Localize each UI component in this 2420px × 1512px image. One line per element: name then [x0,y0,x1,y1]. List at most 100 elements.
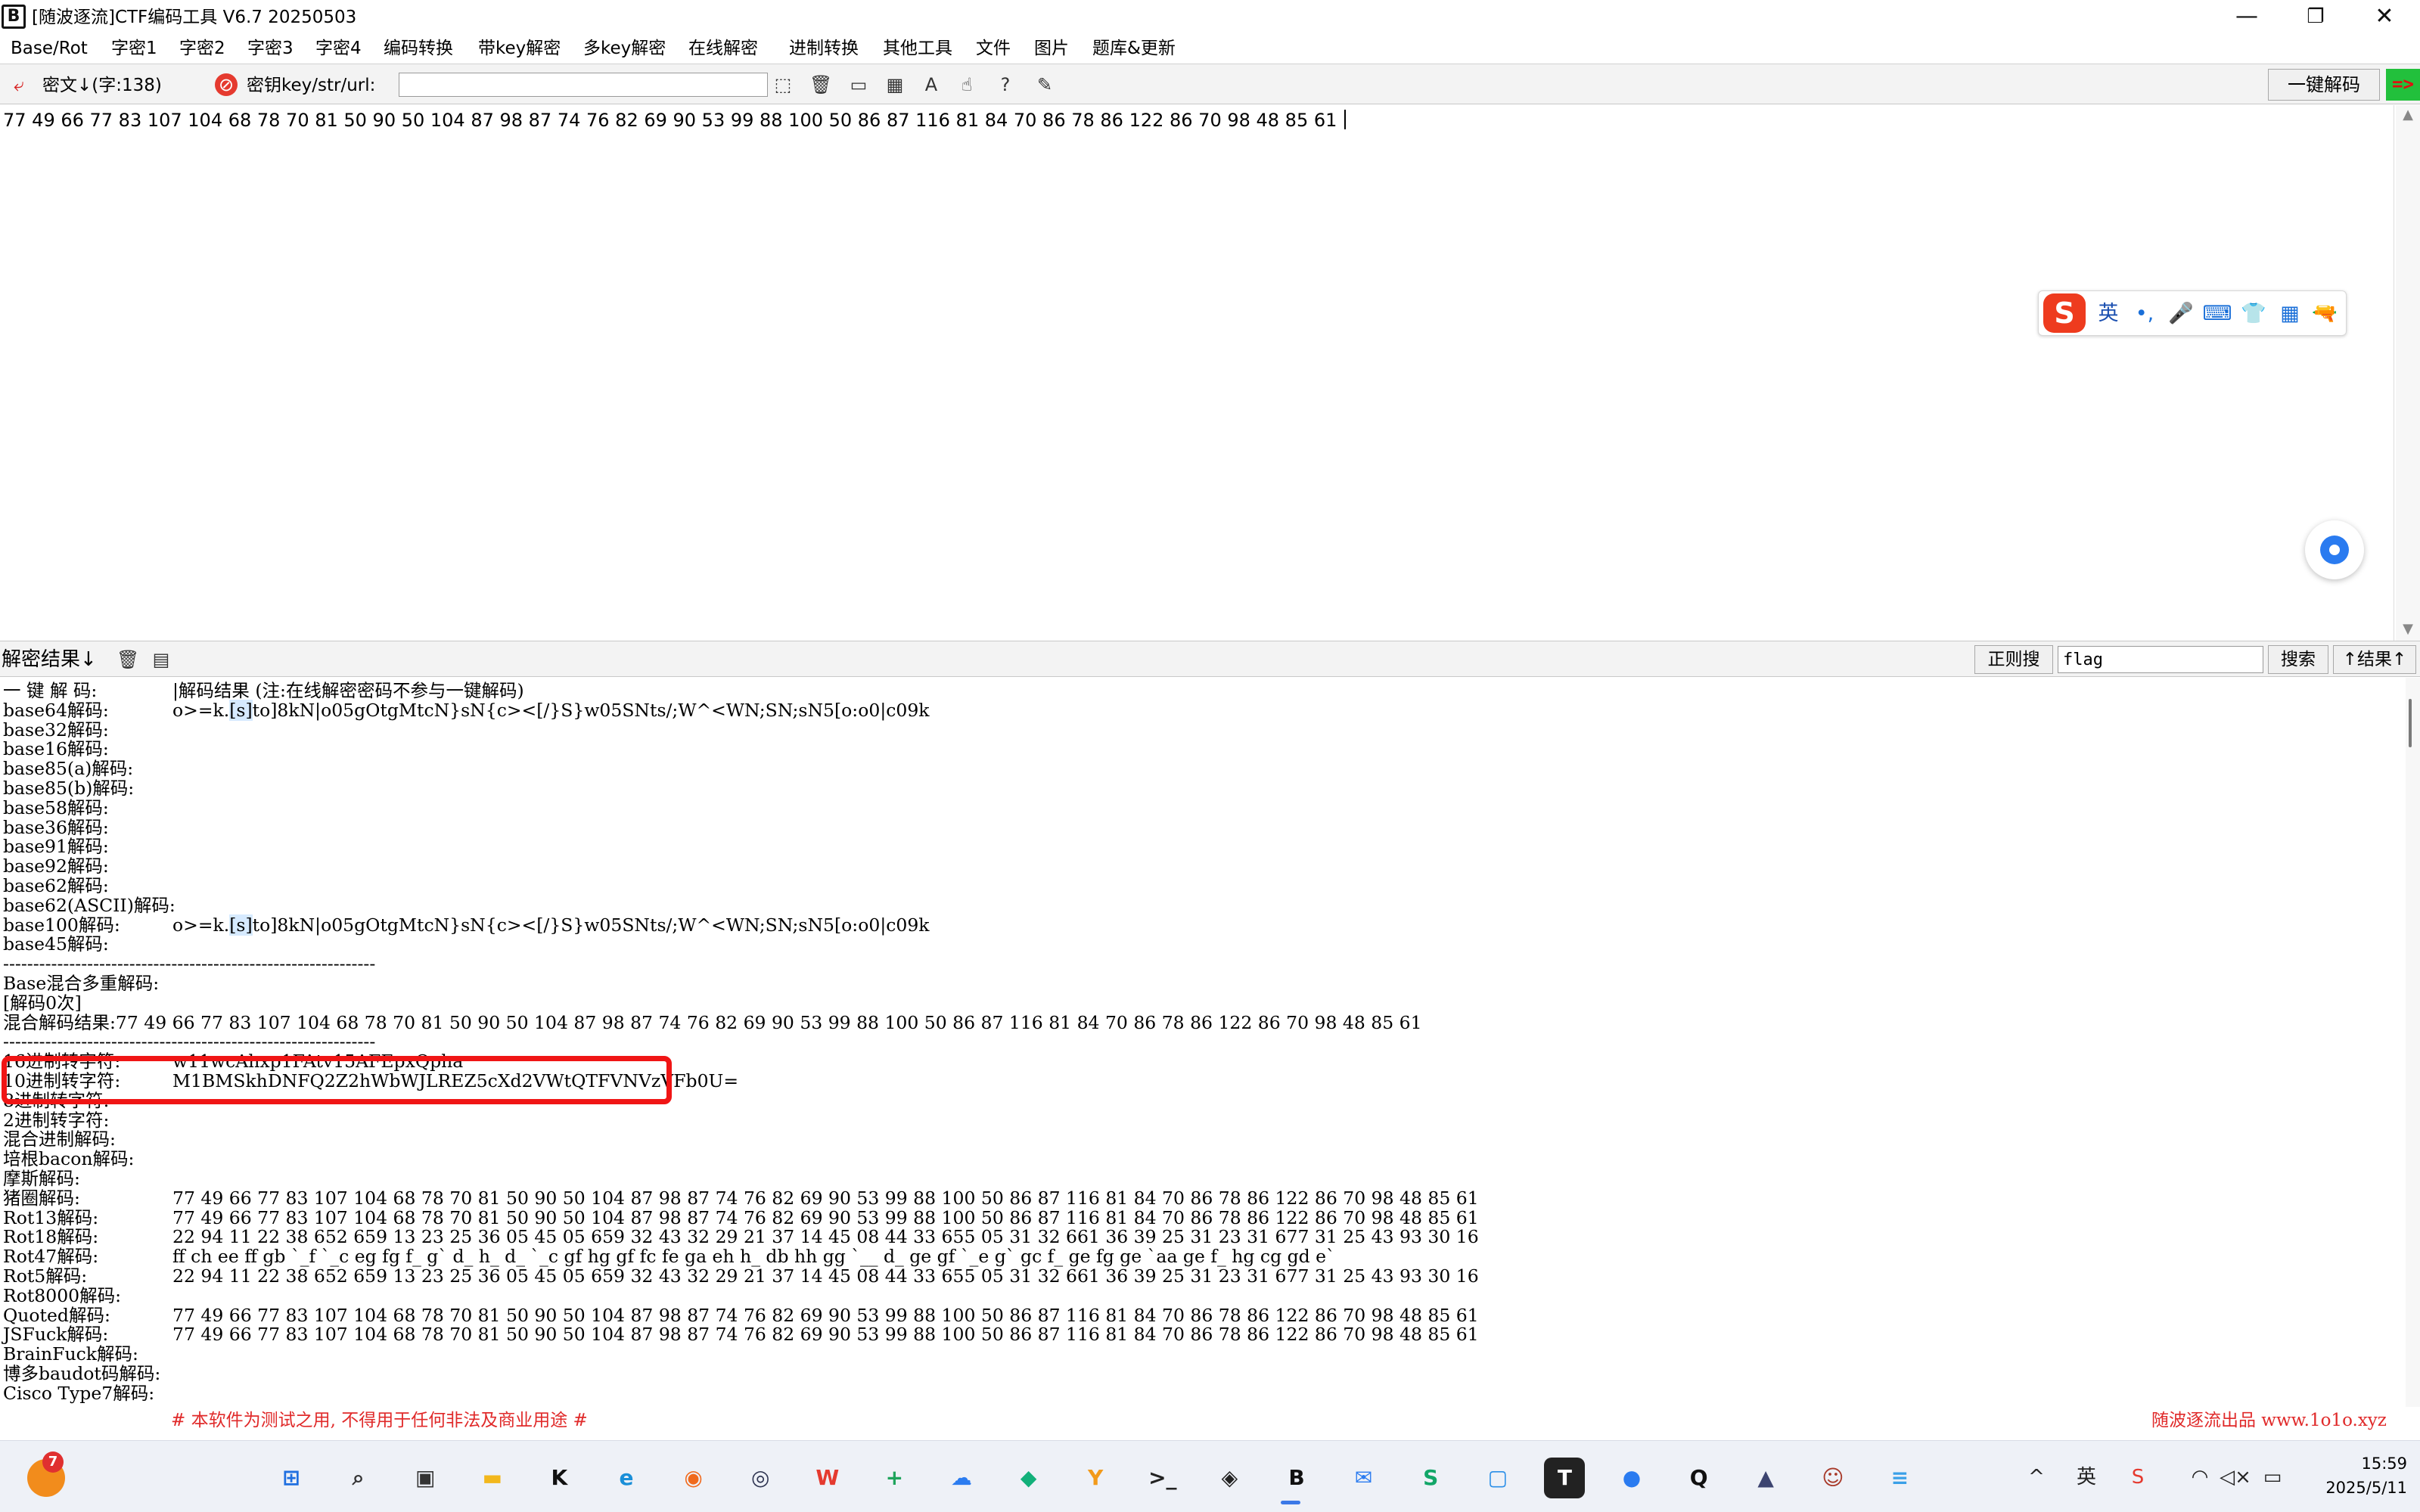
menu-multikey[interactable]: 多key解密 [583,37,666,60]
menu-encoding[interactable]: 编码转换 [384,37,453,60]
help-icon[interactable]: ? [994,73,1017,96]
result-value: ff ch ee ff gb `_f `_c eg fg f_ g` d_ h_… [172,1246,1335,1268]
taskbar-box-icon[interactable]: ◈ [1209,1458,1250,1498]
taskbar-file-explorer-icon[interactable]: ▬ [472,1458,513,1498]
scroll-down-arrow-icon[interactable]: ▼ [2398,620,2418,638]
close-button[interactable]: ✕ [2350,0,2419,35]
menu-base-rot[interactable]: Base/Rot [11,37,88,60]
toolbox-icon[interactable]: ▦ [2275,300,2305,328]
minimize-button[interactable]: — [2212,0,2282,35]
thumbs-up-icon[interactable]: ☝ [955,73,978,96]
edit-icon[interactable]: ✎ [1033,73,1056,96]
sogou-logo-icon[interactable]: S [2043,293,2086,333]
font-icon[interactable]: A [920,73,943,96]
menu-zimi4[interactable]: 字密4 [315,37,362,60]
results-textarea[interactable]: 一 键 解 码: |解码结果 (注:在线解密密码不参与一键解码) base64解码:… [0,678,2406,1407]
menu-zimi1[interactable]: 字密1 [111,37,157,60]
result-up-button[interactable]: ↑结果↑ [2333,645,2416,674]
results-scrollbar[interactable] [2406,678,2420,1407]
ime-language-toggle[interactable]: 英 [2093,300,2123,328]
result-label: base36解码: [3,816,109,838]
result-label: Cisco Type7解码: [3,1382,155,1404]
taskbar-edge-icon[interactable]: e [606,1458,647,1498]
skin-icon[interactable]: 👕 [2238,300,2269,328]
taskbar-app-s-icon[interactable]: S [1410,1458,1451,1498]
menu-file[interactable]: 文件 [976,37,1011,60]
volume-muted-icon[interactable]: ◁× [2218,1464,2253,1491]
result-label: base92解码: [3,855,109,877]
select-pointer-icon[interactable]: ⬚ [772,73,794,96]
results-scrollbar-thumb[interactable] [2409,699,2412,747]
tray-chevron-icon[interactable]: ^ [2023,1464,2050,1491]
punctuation-icon[interactable]: •, [2130,300,2160,328]
taskbar-notepad-icon[interactable]: ≡ [1879,1458,1920,1498]
menu-library[interactable]: 题库&更新 [1092,37,1176,60]
trash-icon[interactable]: 🗑 [809,73,832,96]
menu-radix[interactable]: 进制转换 [789,37,859,60]
result-label: 2进制转字符: [3,1109,110,1131]
one-click-decode-button[interactable]: 一键解码 [2268,69,2380,101]
taskbar-yonder-icon[interactable]: Y [1075,1458,1116,1498]
taskbar-avatar-icon[interactable]: ☺ [1813,1458,1853,1498]
result-value: o>=k.[s]to]8kN|o05gOtgMtcN}sN{c><[/}S}w0… [172,914,930,936]
result-label: base100解码: [3,914,120,936]
taskbar-app-k-icon[interactable]: K [539,1458,579,1498]
menu-image[interactable]: 图片 [1034,37,1069,60]
taskbar-terminal-icon[interactable]: >_ [1142,1458,1183,1498]
wifi-icon[interactable]: ◠ [2186,1464,2213,1491]
menu-zimi2[interactable]: 字密2 [179,37,225,60]
result-label: base85(a)解码: [3,758,134,780]
taskbar-cloud-icon[interactable]: ☁ [941,1458,982,1498]
maximize-button[interactable]: ❐ [2281,0,2350,35]
assistant-bubble-icon[interactable] [2305,520,2364,579]
cipher-label: 密文↓(字:138) [42,76,162,95]
scroll-up-arrow-icon[interactable]: ▲ [2398,106,2418,124]
taskbar-search-icon[interactable]: ⌕ [338,1458,379,1498]
table-icon[interactable]: ▦ [884,73,906,96]
result-trash-icon[interactable]: 🗑 [116,648,139,671]
taskbar-start-icon[interactable]: ⊞ [271,1458,312,1498]
run-arrow-button[interactable]: => [2386,69,2420,101]
regex-search-button[interactable]: 正则搜 [1974,645,2053,674]
cipher-clear-icon[interactable]: ⤶ [8,73,30,96]
taskbar-mail-icon[interactable]: ✉ [1344,1458,1384,1498]
menu-zimi3[interactable]: 字密3 [247,37,294,60]
taskbar-bag-icon[interactable]: ◆ [1008,1458,1049,1498]
taskbar-cat-icon[interactable]: ▲ [1745,1458,1786,1498]
ime-extra-icon[interactable]: 🔫 [2310,300,2340,328]
menu-other-tools[interactable]: 其他工具 [883,37,952,60]
taskbar-qq-icon[interactable]: Q [1679,1458,1719,1498]
taskbar-app-dark-icon[interactable]: ◎ [740,1458,781,1498]
console-icon[interactable]: ▭ [847,73,870,96]
search-input[interactable] [2058,646,2263,673]
taskbar-ctf-tool-icon[interactable]: B [1276,1458,1317,1498]
result-label: Rot13解码: [3,1206,99,1228]
taskbar-vm-icon[interactable]: ▢ [1477,1458,1518,1498]
menu-online[interactable]: 在线解密 [688,37,758,60]
tray-ime-icon[interactable]: 英 [2071,1464,2102,1491]
search-button[interactable]: 搜索 [2268,645,2328,674]
battery-icon[interactable]: ▭ [2257,1464,2288,1491]
result-label: 摩斯解码: [3,1168,80,1189]
result-copy-icon[interactable]: ▤ [150,648,172,671]
result-label: Rot47解码: [3,1246,99,1268]
taskbar-chat-icon[interactable]: ● [1611,1458,1652,1498]
taskbar-task-view-icon[interactable]: ▣ [405,1458,446,1498]
taskbar-firefox-icon[interactable]: ◉ [673,1458,714,1498]
keyboard-icon[interactable]: ⌨ [2202,300,2232,328]
taskbar-typora-icon[interactable]: T [1544,1458,1586,1498]
taskbar-sheets-icon[interactable]: + [874,1458,915,1498]
microphone-icon[interactable]: 🎤 [2166,300,2196,328]
footer-brand[interactable]: 随波逐流出品 www.1o1o.xyz [2151,1410,2387,1431]
cipher-textarea[interactable]: 77 49 66 77 83 107 104 68 78 70 81 50 90… [0,105,2394,641]
clock-time[interactable]: 15:59 [2309,1453,2407,1474]
taskbar-wps-icon[interactable]: W [807,1458,848,1498]
footer-notice: # 本软件为测试之用, 不得用于任何非法及商业用途 # [171,1411,588,1430]
key-input[interactable] [399,73,768,97]
menu-key-decrypt[interactable]: 带key解密 [478,37,561,60]
cipher-scrollbar[interactable] [2396,105,2420,641]
clock-date[interactable]: 2025/5/11 [2294,1477,2407,1498]
result-label: ----------------------------------------… [3,1031,376,1053]
result-label: 混合解码结果:77 49 66 77 83 107 104 68 78 70 8… [3,1011,1422,1033]
tray-sogou-icon[interactable]: S [2124,1464,2151,1491]
